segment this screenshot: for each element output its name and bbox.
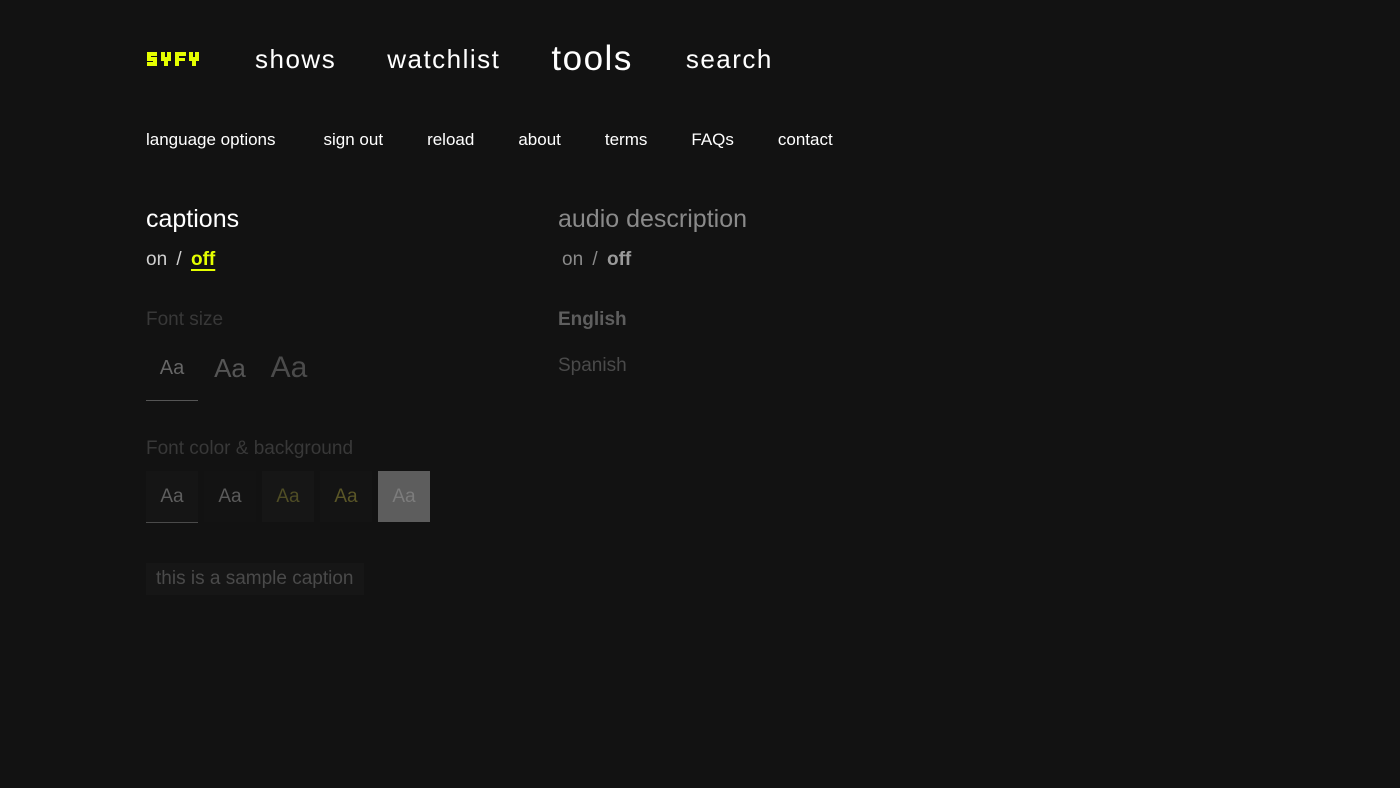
- font-color-option-3[interactable]: Aa: [262, 471, 314, 522]
- font-size-label: Font size: [146, 309, 224, 330]
- captions-off-option[interactable]: off: [191, 249, 215, 270]
- audio-description-off-option[interactable]: off: [607, 249, 631, 270]
- subnav-language-options[interactable]: language options: [146, 130, 276, 150]
- audio-language-english[interactable]: English: [558, 309, 627, 331]
- font-size-large-option[interactable]: Aa: [262, 344, 316, 392]
- font-color-option-2[interactable]: Aa: [204, 471, 256, 522]
- captions-heading: captions: [146, 205, 240, 233]
- captions-toggle: on / off: [146, 249, 215, 271]
- sample-caption-preview: this is a sample caption: [146, 563, 364, 595]
- audio-description-heading: audio description: [558, 205, 748, 233]
- captions-on-option[interactable]: on: [146, 249, 167, 270]
- font-color-option-4[interactable]: Aa: [320, 471, 372, 522]
- subnav-faqs[interactable]: FAQs: [691, 130, 734, 150]
- font-color-option-5[interactable]: Aa: [378, 471, 430, 522]
- nav-search[interactable]: search: [686, 44, 773, 75]
- tools-sub-nav: language options sign out reload about t…: [146, 130, 833, 150]
- subnav-reload[interactable]: reload: [427, 130, 474, 150]
- subnav-contact[interactable]: contact: [778, 130, 833, 150]
- syfy-logo[interactable]: [146, 50, 204, 68]
- font-color-option-1[interactable]: Aa: [146, 471, 198, 523]
- tools-page: shows watchlist tools search language op…: [0, 0, 1400, 788]
- top-nav: shows watchlist tools search: [146, 36, 824, 82]
- audio-language-spanish[interactable]: Spanish: [558, 355, 627, 377]
- nav-tools[interactable]: tools: [551, 39, 632, 79]
- subnav-about[interactable]: about: [518, 130, 561, 150]
- audio-description-on-option[interactable]: on: [562, 249, 583, 270]
- font-size-medium-option[interactable]: Aa: [206, 344, 254, 392]
- subnav-terms[interactable]: terms: [605, 130, 648, 150]
- nav-watchlist[interactable]: watchlist: [387, 44, 500, 75]
- nav-shows[interactable]: shows: [255, 44, 336, 75]
- font-color-label: Font color & background: [146, 438, 354, 459]
- subnav-sign-out[interactable]: sign out: [324, 130, 384, 150]
- toggle-separator: /: [176, 249, 182, 270]
- toggle-separator: /: [592, 249, 598, 270]
- font-size-small-option[interactable]: Aa: [146, 344, 198, 401]
- audio-description-toggle: on / off: [562, 249, 631, 271]
